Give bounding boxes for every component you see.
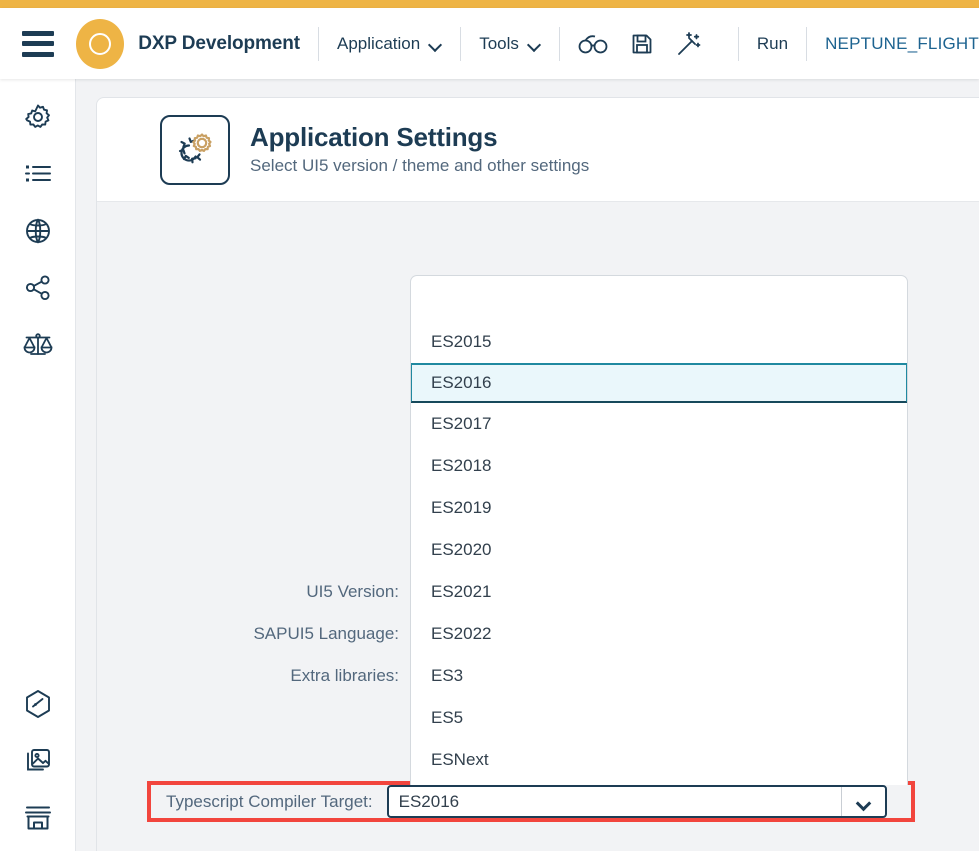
dropdown-option[interactable]: ES2018 [411, 445, 907, 487]
annotation-box-compiler-target-row: Typescript Compiler Target: ES2016 [147, 781, 915, 822]
label-extra-libraries: Extra libraries: [290, 666, 399, 685]
sidebar-item-share[interactable] [0, 259, 76, 316]
dropdown-option[interactable]: ESNext [411, 739, 907, 781]
brand-title: DXP Development [138, 32, 301, 54]
compiler-target-dropdown-list[interactable]: ES2015 ES2016 ES2017 ES2018 ES2019 ES202… [410, 275, 908, 785]
sidebar-item-balance[interactable] [0, 316, 76, 373]
chevron-down-icon[interactable] [840, 787, 885, 816]
application-menu-label: Application [337, 33, 421, 53]
accent-strip [0, 0, 979, 8]
divider [806, 26, 808, 61]
sidebar-item-settings[interactable] [0, 88, 76, 145]
save-disk-icon[interactable] [630, 32, 654, 56]
application-menu[interactable]: Application [337, 34, 442, 54]
divider [460, 26, 462, 61]
top-navigation-bar: DXP Development Application Tools Run NE… [0, 8, 979, 79]
project-name-label: NEPTUNE_FLIGHT [825, 33, 979, 53]
sidebar-item-media[interactable] [0, 732, 76, 789]
dropdown-option-selected[interactable]: ES2016 [411, 363, 907, 403]
chevron-down-icon [429, 40, 442, 48]
sidebar-item-globe[interactable] [0, 202, 76, 259]
dropdown-option[interactable]: ES2019 [411, 487, 907, 529]
dropdown-option[interactable]: ES5 [411, 697, 907, 739]
label-typescript-compiler-target: Typescript Compiler Target: [166, 791, 373, 811]
dropdown-option[interactable]: ES2017 [411, 403, 907, 445]
tools-menu[interactable]: Tools [479, 34, 541, 54]
page-header-text: Application Settings Select UI5 version … [250, 121, 590, 177]
divider [737, 26, 739, 61]
sidebar-item-package[interactable] [0, 675, 76, 732]
glasses-icon[interactable] [578, 33, 608, 55]
sidebar-item-list[interactable] [0, 145, 76, 202]
compiler-target-select[interactable]: ES2016 [386, 785, 887, 818]
divider [318, 26, 320, 61]
hamburger-menu-icon[interactable] [22, 30, 54, 57]
divider [558, 26, 560, 61]
dropdown-option[interactable]: ES2015 [411, 321, 907, 363]
circle-logo-icon[interactable] [76, 18, 125, 69]
label-ui5-version: UI5 Version: [306, 582, 399, 601]
dropdown-option[interactable]: ES2022 [411, 613, 907, 655]
sidebar-item-store[interactable] [0, 789, 76, 846]
tools-menu-label: Tools [479, 33, 519, 53]
sidebar-bottom-group [0, 675, 76, 846]
page-title: Application Settings [250, 121, 498, 152]
page-subtitle: Select UI5 version / theme and other set… [250, 156, 590, 176]
run-button[interactable]: Run [757, 34, 788, 54]
compiler-target-value: ES2016 [398, 791, 460, 811]
sidebar-top-group [0, 79, 75, 373]
left-sidebar [0, 79, 76, 851]
application-window: DXP Development Application Tools Run NE… [0, 0, 979, 851]
label-sapui5-language: SAPUI5 Language: [253, 624, 399, 643]
dropdown-option[interactable]: ES3 [411, 655, 907, 697]
page-header: Application Settings Select UI5 version … [97, 98, 979, 202]
chevron-down-icon [528, 40, 541, 48]
magic-wand-icon[interactable] [676, 31, 702, 57]
dropdown-option[interactable]: ES2020 [411, 529, 907, 571]
gears-settings-icon [160, 114, 230, 185]
dropdown-option[interactable]: ES2021 [411, 571, 907, 613]
logo-ring [89, 32, 112, 55]
